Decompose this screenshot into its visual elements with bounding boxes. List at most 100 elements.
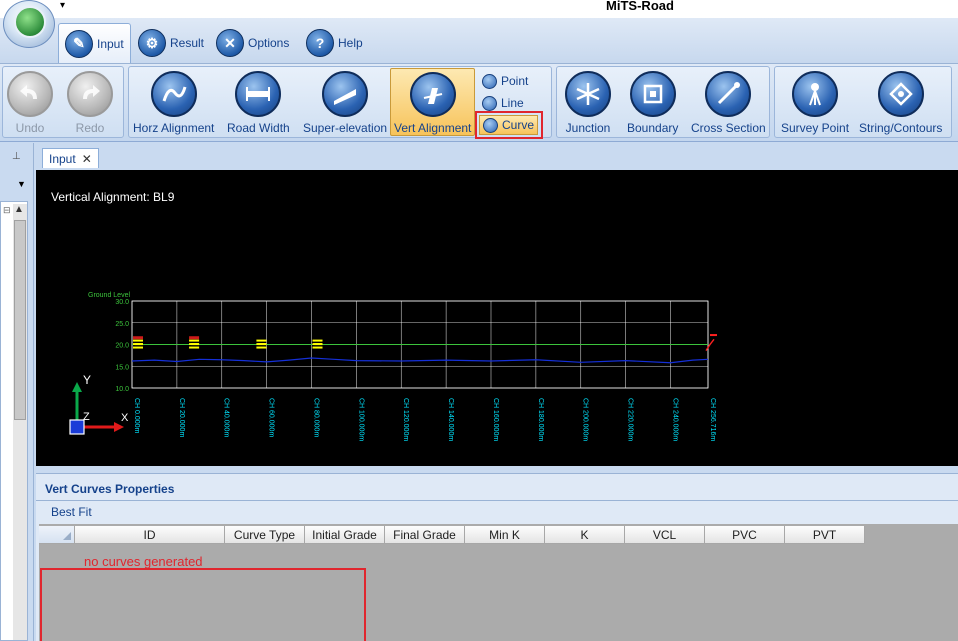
properties-title: Vert Curves Properties: [45, 482, 175, 496]
app-title: MiTS-Road: [606, 0, 674, 13]
ip-marker: [312, 346, 323, 349]
chainage-label: CH 40.000m: [223, 398, 230, 437]
tab-result[interactable]: ⚙ Result: [132, 23, 210, 63]
grid-column-header[interactable]: Initial Grade: [305, 526, 385, 544]
app-window: ▾ MiTS-Road ✎ Input ⚙ Result ✕ Options ?…: [0, 0, 958, 641]
ip-marker: [256, 339, 267, 342]
road-width-button[interactable]: Road Width: [227, 71, 290, 135]
profile-viewport[interactable]: Vertical Alignment: BL9 Ground Level 30.0…: [36, 170, 958, 466]
super-elevation-icon: [322, 71, 369, 117]
redo-button[interactable]: Redo: [67, 71, 113, 135]
pin-icon[interactable]: ⊥: [12, 151, 21, 162]
redo-icon: [67, 71, 113, 117]
vert-alignment-label: Vert Alignment: [394, 121, 472, 135]
junction-icon: [565, 71, 611, 117]
vert-curves-properties-panel: Vert Curves Properties Best Fit ID Curve …: [36, 473, 958, 641]
grid-column-header[interactable]: Curve Type: [225, 526, 305, 544]
axis-y-label: Y: [83, 373, 91, 387]
boundary-button[interactable]: Boundary: [627, 71, 678, 135]
junction-button[interactable]: Junction: [565, 71, 611, 135]
point-label: Point: [501, 74, 529, 88]
point-icon: [482, 73, 497, 89]
left-dock-pane: ⊥ ▼ ⊟ ▲: [0, 143, 34, 641]
string-contours-icon: [877, 71, 924, 117]
survey-point-button[interactable]: Survey Point: [781, 71, 849, 135]
undo-button[interactable]: Undo: [7, 71, 53, 135]
y-tick-label: 30.0: [115, 299, 129, 306]
super-elevation-label: Super-elevation: [303, 121, 388, 135]
tools-icon: ✕: [216, 29, 244, 57]
best-fit-button[interactable]: Best Fit: [51, 505, 92, 519]
pane-dropdown-icon[interactable]: ▼: [17, 179, 26, 189]
ground-profile-line: [131, 357, 709, 364]
chainage-label: CH 200.000m: [582, 398, 589, 441]
title-bar: ▾ MiTS-Road: [0, 0, 958, 18]
chainage-label: CH 100.000m: [357, 398, 364, 441]
grid-column-header[interactable]: K: [545, 526, 625, 544]
chainage-label: CH 256.716m: [709, 398, 716, 441]
chainage-label: CH 80.000m: [312, 398, 319, 437]
line-button[interactable]: Line: [479, 93, 527, 113]
vert-alignment-button[interactable]: Vert Alignment: [390, 68, 476, 136]
horz-alignment-button[interactable]: Horz Alignment: [133, 71, 214, 135]
globe-icon: [14, 6, 46, 38]
survey-point-icon: [792, 71, 839, 117]
question-icon: ?: [306, 29, 334, 57]
ip-marker: [256, 346, 267, 349]
line-icon: [482, 95, 497, 111]
chainage-label: CH 180.000m: [537, 398, 544, 441]
cross-section-label: Cross Section: [691, 121, 766, 135]
chainage-label: CH 20.000m: [178, 398, 185, 437]
undo-icon: [7, 71, 53, 117]
chainage-label: CH 0.000m: [133, 398, 140, 434]
grid-column-header[interactable]: VCL: [625, 526, 705, 544]
chainage-label: CH 60.000m: [268, 398, 275, 437]
grid-column-header[interactable]: Min K: [465, 526, 545, 544]
string-contours-button[interactable]: String/Contours: [859, 71, 942, 135]
grid-select-all-corner[interactable]: [39, 526, 75, 544]
ip-tag: [133, 336, 143, 340]
y-tick-label: 10.0: [115, 386, 129, 393]
horizontal-alignment-icon: [150, 71, 197, 117]
line-label: Line: [501, 96, 524, 110]
grid-column-header[interactable]: PVC: [705, 526, 785, 544]
features-group: Junction Boundary Cross Section: [556, 66, 770, 138]
document-tab-label: Input: [49, 151, 76, 166]
grid-column-header[interactable]: PVT: [785, 526, 865, 544]
document-tab-input[interactable]: Input ✕: [42, 148, 99, 168]
tab-options[interactable]: ✕ Options: [210, 23, 295, 63]
super-elevation-button[interactable]: Super-elevation: [303, 71, 387, 135]
curves-grid[interactable]: ID Curve Type Initial Grade Final Grade Min …: [39, 524, 958, 641]
junction-label: Junction: [565, 121, 611, 135]
grid-column-header[interactable]: Final Grade: [385, 526, 465, 544]
vertical-scrollbar[interactable]: ▲: [13, 204, 27, 640]
end-tag: [710, 334, 717, 337]
app-menu-orb[interactable]: [3, 0, 55, 48]
axis-x-label: X: [121, 412, 129, 424]
grid-column-header[interactable]: ID: [75, 526, 225, 544]
close-icon[interactable]: ✕: [82, 152, 92, 166]
y-tick-label: 25.0: [115, 321, 129, 328]
chainage-label: CH 160.000m: [492, 398, 499, 441]
tab-input[interactable]: ✎ Input: [58, 23, 131, 63]
string-contours-label: String/Contours: [859, 121, 943, 135]
ip-tag: [189, 336, 200, 340]
cross-section-button[interactable]: Cross Section: [691, 71, 766, 135]
tree-panel: ⊟ ▲: [0, 201, 28, 641]
ip-marker: [133, 346, 143, 349]
scroll-up-icon[interactable]: ▲: [14, 204, 24, 215]
tab-help[interactable]: ? Help: [300, 23, 369, 63]
ip-marker: [258, 343, 267, 346]
gear-icon: ⚙: [138, 29, 166, 57]
ip-marker: [189, 339, 200, 342]
point-button[interactable]: Point: [479, 71, 531, 91]
undo-label: Undo: [15, 121, 45, 135]
expand-icon[interactable]: ⊟: [3, 205, 11, 216]
document-area: Input ✕ Vertical Alignment: BL9 Ground L…: [36, 146, 958, 641]
quick-access-dropdown-icon[interactable]: ▾: [60, 0, 65, 11]
axis-z-label: Z: [83, 411, 90, 423]
ip-marker: [189, 346, 200, 349]
profile-drawing: Ground Level30.0 25.0 20.0 15.0 10.0 CH 0.000…: [69, 292, 717, 441]
ip-marker: [133, 339, 143, 342]
scroll-thumb[interactable]: [14, 220, 26, 420]
